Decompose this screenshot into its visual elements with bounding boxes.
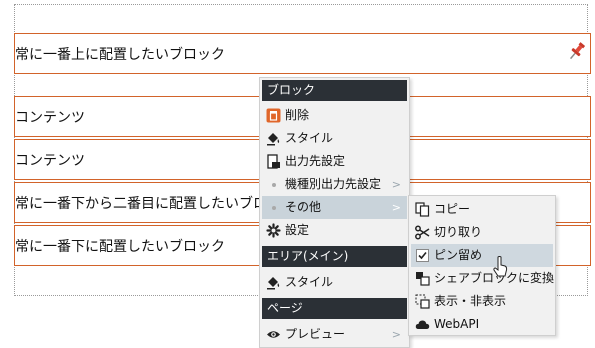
submenu-item-show-hide[interactable]: 表示・非表示: [411, 290, 553, 313]
gear-icon: [266, 223, 281, 238]
submenu-item-copy[interactable]: コピー: [411, 198, 553, 221]
cloud-icon: [415, 320, 430, 329]
submenu-item-cut[interactable]: 切り取り: [411, 221, 553, 244]
visibility-icon: [415, 294, 430, 309]
eye-icon: [267, 331, 280, 338]
submenu-item-share-convert[interactable]: シェアブロックに変換: [411, 267, 554, 290]
menu-item-label: スタイル: [285, 275, 334, 289]
paint-bucket-icon: [267, 277, 280, 290]
submenu-item-pin[interactable]: ピン留め: [411, 244, 553, 267]
submenu-item-label: コピー: [434, 202, 471, 216]
submenu-other: コピー 切り取り ピン留め シェアブロックに変換 表示・非表示 WebAPI: [408, 195, 556, 336]
menu-item-preview[interactable]: プレビュー >: [262, 323, 407, 346]
menu-item-label: その他: [285, 200, 322, 214]
block-top[interactable]: 常に一番上に配置したいブロック: [14, 33, 591, 74]
menu-item-style[interactable]: スタイル: [262, 127, 407, 150]
mouse-cursor-icon: [493, 256, 508, 277]
scissors-icon: [415, 225, 430, 240]
menu-item-output-dest[interactable]: 出力先設定: [262, 150, 407, 173]
menu-item-delete[interactable]: 削除: [262, 104, 407, 127]
submenu-item-webapi[interactable]: WebAPI: [411, 313, 553, 336]
menu-item-label: プレビュー: [285, 327, 346, 341]
block-label: コンテンツ: [15, 152, 85, 169]
pin-icon: [569, 42, 586, 60]
menu-item-settings[interactable]: 設定: [262, 219, 407, 242]
menu-header-page: ページ: [262, 298, 407, 319]
menu-item-label: 出力先設定: [285, 154, 346, 168]
block-label: 常に一番上に配置したいブロック: [15, 46, 225, 63]
menu-item-label: スタイル: [285, 131, 334, 145]
menu-item-label: 機種別出力先設定: [285, 177, 382, 191]
menu-header-block: ブロック: [262, 80, 407, 101]
menu-item-area-style[interactable]: スタイル: [262, 271, 407, 294]
block-label: コンテンツ: [15, 109, 85, 126]
submenu-item-label: 表示・非表示: [434, 294, 507, 308]
submenu-item-label: WebAPI: [434, 317, 480, 331]
submenu-arrow-icon: >: [391, 178, 401, 191]
menu-item-device-output[interactable]: 機種別出力先設定 >: [262, 173, 407, 196]
block-label: 常に一番下から二番目に配置したいブロック: [15, 195, 295, 212]
submenu-arrow-icon: >: [391, 201, 401, 214]
context-menu: ブロック 削除 スタイル 出力先設定 機種別出力先設定 > その他 > 設定 エ…: [259, 77, 410, 348]
menu-item-label: 削除: [285, 108, 310, 122]
submenu-item-label: 切り取り: [434, 225, 483, 239]
trash-icon: [266, 108, 281, 123]
submenu-item-label: ピン留め: [434, 248, 483, 262]
bullet-icon: [272, 206, 276, 210]
checkbox-checked-icon: [416, 249, 429, 262]
share-block-icon: [416, 272, 430, 286]
paint-bucket-icon: [267, 133, 280, 146]
block-label: 常に一番下に配置したいブロック: [15, 238, 225, 255]
output-icon: [267, 154, 280, 169]
menu-item-label: 設定: [285, 223, 310, 237]
menu-item-other[interactable]: その他 >: [262, 196, 407, 219]
submenu-arrow-icon: >: [391, 328, 401, 341]
menu-header-area: エリア(メイン): [262, 246, 407, 267]
copy-icon: [415, 202, 430, 217]
bullet-icon: [272, 183, 276, 187]
